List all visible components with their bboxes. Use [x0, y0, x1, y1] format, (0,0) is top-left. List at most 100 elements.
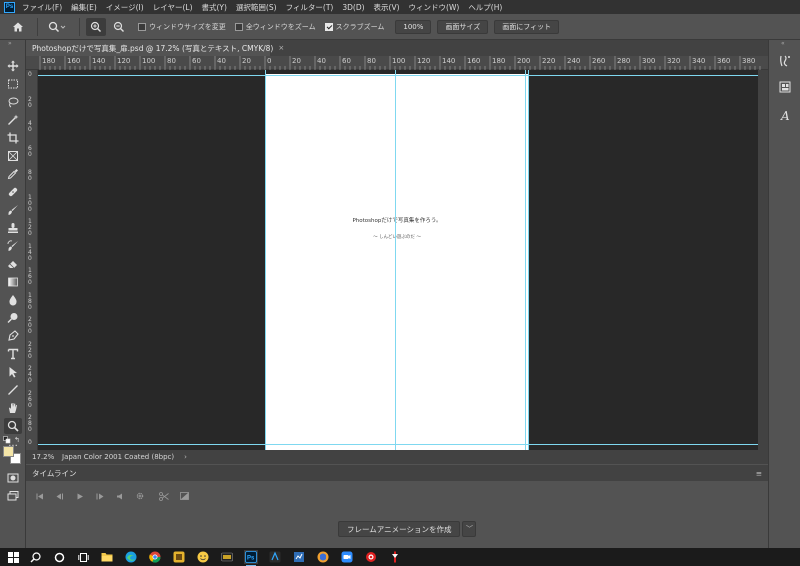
clone-stamp-tool-icon[interactable] — [4, 220, 22, 236]
home-icon[interactable] — [8, 18, 28, 36]
emoji-app-icon[interactable] — [196, 550, 210, 564]
task-view-icon[interactable] — [76, 550, 90, 564]
reset-colors-icon[interactable] — [3, 436, 11, 444]
collapse-chevron-icon[interactable]: « — [781, 40, 785, 47]
menu-image[interactable]: イメージ(I) — [106, 2, 144, 13]
checkbox-box[interactable] — [234, 22, 243, 31]
move-tool-icon[interactable] — [4, 58, 22, 74]
search-icon[interactable] — [28, 550, 42, 564]
checkbox-box[interactable] — [138, 22, 146, 31]
next-frame-icon[interactable] — [92, 490, 108, 502]
eraser-tool-icon[interactable] — [4, 256, 22, 272]
magic-wand-tool-icon[interactable] — [4, 112, 22, 128]
guide-line-vertical[interactable] — [525, 70, 526, 450]
guide-line-horizontal[interactable] — [38, 444, 758, 445]
guide-line-vertical[interactable] — [395, 70, 396, 450]
foreground-color-swatch[interactable] — [3, 446, 14, 457]
menu-view[interactable]: 表示(V) — [374, 2, 400, 13]
status-menu-arrow-icon[interactable]: › — [184, 453, 187, 461]
app-icon[interactable] — [172, 550, 186, 564]
guide-line-vertical[interactable] — [528, 70, 529, 450]
menu-file[interactable]: ファイル(F) — [22, 2, 62, 13]
dodge-tool-icon[interactable] — [4, 310, 22, 326]
timeline-title[interactable]: タイムライン — [32, 468, 76, 479]
resize-windows-checkbox[interactable]: ウィンドウサイズを変更 — [138, 22, 226, 32]
eyedropper-tool-icon[interactable] — [4, 166, 22, 182]
marquee-tool-icon[interactable] — [4, 76, 22, 92]
healing-brush-tool-icon[interactable] — [4, 184, 22, 200]
previous-frame-icon[interactable] — [52, 490, 68, 502]
cortana-icon[interactable] — [52, 550, 66, 564]
scrubby-zoom-checkbox[interactable]: スクラブズーム — [324, 22, 384, 32]
first-frame-icon[interactable] — [32, 490, 48, 502]
create-frame-animation-button[interactable]: フレームアニメーションを作成 — [338, 521, 461, 537]
app-icon[interactable] — [292, 550, 306, 564]
audio-icon[interactable] — [112, 490, 128, 502]
line-tool-icon[interactable] — [4, 382, 22, 398]
horizontal-ruler[interactable]: 180 160 140 120 100 80 60 40 20 0 20 40 60 80 100 120 14… — [26, 56, 768, 70]
libraries-icon[interactable] — [778, 80, 792, 94]
vertical-ruler[interactable]: 0 2 0 4 0 6 0 8 0 1 0 0 1 2 0 1 4 0 1 6 0 1 8 0 2 … — [26, 70, 38, 450]
canvas-area[interactable]: Photoshopだけで写真集を作ろう。 ～ しんどい遊ぶのだ ～ — [38, 70, 758, 450]
ruler-label: 240 — [567, 57, 581, 65]
gradient-tool-icon[interactable] — [4, 274, 22, 290]
document-canvas[interactable]: Photoshopだけで写真集を作ろう。 ～ しんどい遊ぶのだ ～ — [266, 74, 528, 450]
windows-start-icon[interactable] — [6, 550, 20, 564]
zoom-tool-preset-icon[interactable] — [44, 18, 70, 36]
brush-settings-icon[interactable] — [778, 54, 792, 68]
pen-tool-icon[interactable] — [4, 328, 22, 344]
photoshop-taskbar-icon[interactable]: Ps — [244, 550, 258, 566]
quick-mask-icon[interactable] — [4, 470, 22, 486]
zoom-tool-icon[interactable] — [4, 418, 22, 434]
menu-help[interactable]: ヘルプ(H) — [468, 2, 502, 13]
brush-tool-icon[interactable] — [4, 202, 22, 218]
lasso-tool-icon[interactable] — [4, 94, 22, 110]
app-icon[interactable] — [364, 550, 378, 564]
split-scissors-icon[interactable] — [156, 490, 172, 502]
zoom-100-button[interactable]: 100% — [395, 19, 432, 34]
menu-select[interactable]: 選択範囲(S) — [236, 2, 277, 13]
guide-line-horizontal[interactable] — [38, 75, 758, 76]
checkbox-box-checked[interactable] — [324, 22, 333, 31]
guide-line-vertical[interactable] — [265, 70, 266, 450]
type-tool-icon[interactable] — [4, 346, 22, 362]
menu-filter[interactable]: フィルター(T) — [286, 2, 334, 13]
zoom-out-icon[interactable] — [109, 18, 129, 36]
menu-layer[interactable]: レイヤー(L) — [153, 2, 193, 13]
edge-browser-icon[interactable] — [124, 550, 138, 564]
document-tab[interactable]: Photoshopだけで写真集_扉.psd @ 17.2% (写真とテキスト, … — [26, 40, 284, 56]
zoom-in-icon[interactable] — [86, 17, 106, 36]
app-icon[interactable] — [220, 550, 234, 564]
crop-tool-icon[interactable] — [4, 130, 22, 146]
fill-screen-button[interactable]: 画面にフィット — [494, 19, 560, 34]
fit-screen-button[interactable]: 画面サイズ — [437, 19, 489, 34]
blur-tool-icon[interactable] — [4, 292, 22, 308]
video-app-icon[interactable] — [340, 550, 354, 564]
screen-mode-icon[interactable] — [4, 488, 22, 504]
close-icon[interactable]: × — [278, 44, 284, 52]
menu-type[interactable]: 書式(Y) — [202, 2, 227, 13]
app-icon[interactable] — [268, 550, 282, 564]
menu-window[interactable]: ウィンドウ(W) — [409, 2, 460, 13]
menu-3d[interactable]: 3D(D) — [342, 3, 364, 12]
vertical-scrollbar[interactable] — [758, 70, 768, 450]
path-selection-tool-icon[interactable] — [4, 364, 22, 380]
zoom-all-windows-checkbox[interactable]: 全ウィンドウをズーム — [234, 22, 316, 32]
transition-icon[interactable] — [176, 490, 192, 502]
history-brush-tool-icon[interactable] — [4, 238, 22, 254]
swap-colors-icon[interactable]: ↰ — [14, 436, 20, 444]
chrome-browser-icon[interactable] — [148, 550, 162, 564]
chevron-down-icon[interactable]: ﹀ — [462, 521, 477, 537]
glyphs-icon[interactable]: A — [778, 108, 792, 123]
app-icon[interactable] — [316, 550, 330, 564]
collapse-chevron-icon[interactable]: » — [8, 40, 12, 47]
panel-menu-icon[interactable]: ≡ — [756, 469, 762, 478]
file-explorer-icon[interactable] — [100, 550, 114, 564]
frame-tool-icon[interactable] — [4, 148, 22, 164]
settings-gear-icon[interactable] — [132, 490, 148, 502]
play-icon[interactable] — [72, 490, 88, 502]
app-icon[interactable] — [388, 550, 402, 564]
menu-edit[interactable]: 編集(E) — [71, 2, 97, 13]
zoom-level[interactable]: 17.2% — [32, 453, 58, 461]
hand-tool-icon[interactable] — [4, 400, 22, 416]
